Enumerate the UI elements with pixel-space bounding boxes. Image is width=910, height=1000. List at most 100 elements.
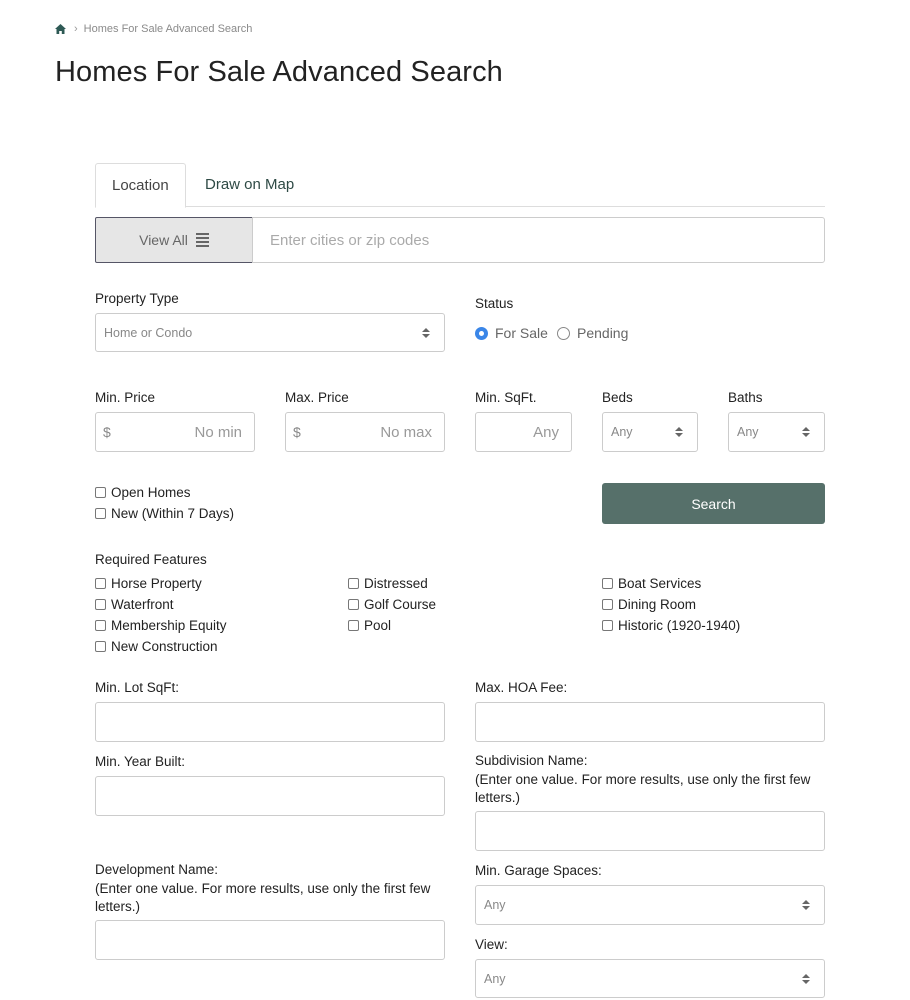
chevron-right-icon: › (74, 23, 78, 35)
min-year-built-label: Min. Year Built: (95, 754, 186, 769)
view-all-label: View All (139, 232, 188, 248)
feature-label: Golf Course (364, 597, 437, 612)
feature-label: Dining Room (618, 597, 697, 612)
feature-label: New Construction (111, 639, 218, 654)
property-type-label: Property Type (95, 291, 179, 306)
max-price-label: Max. Price (285, 390, 349, 405)
property-type-value: Home or Condo (104, 325, 193, 340)
status-for-sale-radio[interactable]: For Sale (475, 325, 548, 341)
page-title: Homes For Sale Advanced Search (55, 56, 503, 88)
min-sqft-input[interactable]: Any (475, 412, 572, 452)
subdivision-name-label: Subdivision Name: (475, 753, 588, 768)
select-arrows-icon (802, 973, 810, 984)
feature-label: Pool (364, 618, 392, 633)
baths-value: Any (737, 425, 759, 439)
checkbox-box (602, 620, 613, 631)
min-lot-sqft-label: Min. Lot SqFt: (95, 680, 180, 695)
min-garage-spaces-select[interactable]: Any (475, 885, 825, 925)
feature-checkbox[interactable]: Waterfront (95, 597, 174, 612)
breadcrumb-current: Homes For Sale Advanced Search (83, 23, 253, 35)
tab-location[interactable]: Location (95, 163, 186, 208)
checkbox-box (95, 641, 106, 652)
open-homes-checkbox[interactable]: Open Homes (95, 485, 191, 500)
baths-label: Baths (728, 390, 763, 405)
city-zip-search-input[interactable] (252, 217, 825, 263)
status-pending-radio[interactable]: Pending (557, 325, 628, 341)
status-pending-label: Pending (577, 325, 629, 341)
required-features-label: Required Features (95, 552, 207, 567)
subdivision-name-hint: (Enter one value. For more results, use … (475, 772, 811, 805)
beds-value: Any (611, 425, 633, 439)
feature-checkbox[interactable]: Distressed (348, 576, 428, 591)
subdivision-name-input[interactable] (475, 811, 825, 851)
status-label: Status (475, 296, 514, 311)
status-for-sale-label: For Sale (495, 325, 548, 341)
feature-checkbox[interactable]: Golf Course (348, 597, 436, 612)
feature-checkbox[interactable]: New Construction (95, 639, 218, 654)
min-lot-sqft-input[interactable] (95, 702, 445, 742)
min-price-placeholder: No min (194, 423, 242, 441)
select-arrows-icon (802, 427, 810, 437)
development-name-hint: (Enter one value. For more results, use … (95, 881, 431, 914)
beds-select[interactable]: Any (602, 412, 698, 452)
max-hoa-fee-label: Max. HOA Fee: (475, 680, 568, 695)
feature-label: Distressed (364, 576, 428, 591)
checkbox-box (348, 599, 359, 610)
development-name-input[interactable] (95, 920, 445, 960)
currency-symbol: $ (103, 424, 111, 440)
select-arrows-icon (675, 427, 683, 437)
feature-label: Horse Property (111, 576, 202, 591)
min-price-label: Min. Price (95, 390, 156, 405)
checkbox-box (95, 578, 106, 589)
search-button[interactable]: Search (602, 483, 825, 524)
checkbox-box (95, 599, 106, 610)
checkbox-box (602, 599, 613, 610)
min-sqft-placeholder: Any (533, 423, 559, 441)
max-price-input[interactable]: $ No max (285, 412, 445, 452)
view-label: View: (475, 937, 508, 952)
checkbox-box (95, 508, 106, 519)
feature-label: Waterfront (111, 597, 174, 612)
min-year-built-input[interactable] (95, 776, 445, 816)
breadcrumb: › Homes For Sale Advanced Search (55, 21, 252, 37)
min-garage-spaces-label: Min. Garage Spaces: (475, 863, 602, 878)
feature-checkbox[interactable]: Membership Equity (95, 618, 227, 633)
currency-symbol: $ (293, 424, 301, 440)
list-icon (195, 233, 209, 247)
development-name-label: Development Name: (95, 862, 219, 877)
feature-label: Membership Equity (111, 618, 227, 633)
radio-selected-icon (475, 326, 488, 340)
feature-label: Boat Services (618, 576, 702, 591)
feature-label: Historic (1920-1940) (618, 618, 741, 633)
search-tabs: Location Draw on Map (95, 163, 825, 208)
feature-checkbox[interactable]: Pool (348, 618, 391, 633)
checkbox-box (348, 578, 359, 589)
min-garage-spaces-value: Any (484, 898, 506, 912)
feature-checkbox[interactable]: Historic (1920-1940) (602, 618, 740, 633)
max-hoa-fee-input[interactable] (475, 702, 825, 742)
checkbox-box (602, 578, 613, 589)
feature-checkbox[interactable]: Boat Services (602, 576, 701, 591)
min-price-input[interactable]: $ No min (95, 412, 255, 452)
min-sqft-label: Min. SqFt. (475, 390, 537, 405)
new-listings-checkbox[interactable]: New (Within 7 Days) (95, 506, 234, 521)
feature-checkbox[interactable]: Horse Property (95, 576, 202, 591)
tab-draw-on-map[interactable]: Draw on Map (189, 163, 310, 207)
checkbox-box (95, 620, 106, 631)
checkbox-box (348, 620, 359, 631)
open-homes-label: Open Homes (111, 485, 191, 500)
feature-checkbox[interactable]: Dining Room (602, 597, 696, 612)
new-listings-label: New (Within 7 Days) (111, 506, 235, 521)
checkbox-box (95, 487, 106, 498)
max-price-placeholder: No max (380, 423, 432, 441)
view-select[interactable]: Any (475, 959, 825, 998)
radio-unselected-icon (557, 326, 570, 340)
select-arrows-icon (802, 900, 810, 910)
beds-label: Beds (602, 390, 633, 405)
property-type-select[interactable]: Home or Condo (95, 313, 445, 352)
select-arrows-icon (422, 327, 430, 338)
view-all-button[interactable]: View All (95, 217, 253, 263)
view-value: Any (484, 971, 506, 986)
baths-select[interactable]: Any (728, 412, 825, 452)
home-icon[interactable] (55, 24, 66, 34)
